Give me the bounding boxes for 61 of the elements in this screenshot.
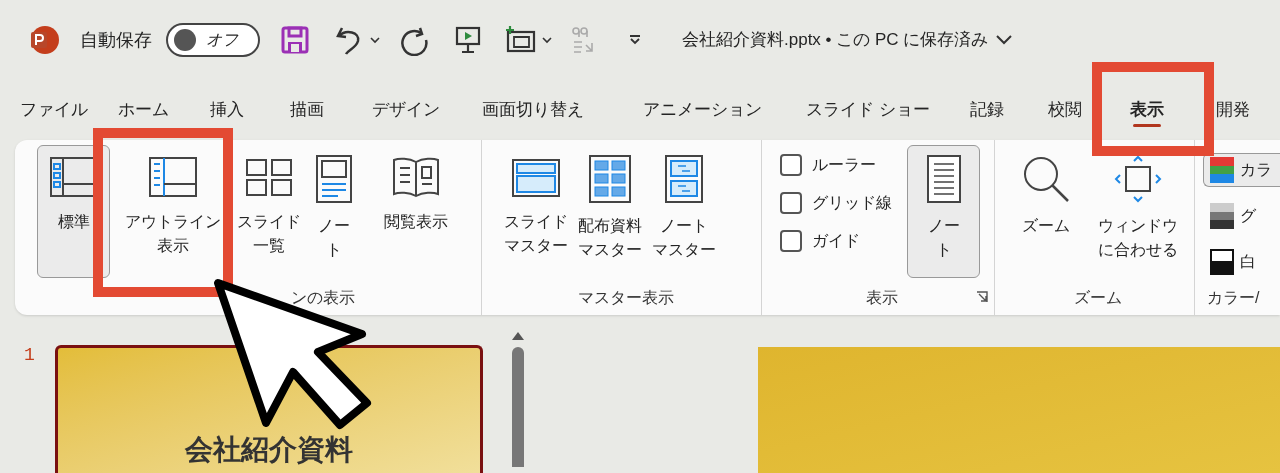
slide-title: 会社紹介資料: [184, 434, 353, 467]
ribbon-tab[interactable]: 表示: [1130, 93, 1164, 127]
view-button[interactable]: ノート マスター: [648, 145, 720, 278]
scroll-up-icon[interactable]: [511, 331, 525, 341]
ribbon-tab[interactable]: デザイン: [372, 93, 440, 127]
fit-to-window-icon: [1113, 154, 1163, 204]
notes-pane-icon: [925, 154, 962, 204]
color-mode-button[interactable]: カラ: [1203, 153, 1280, 187]
view-button[interactable]: ウィンドウ に合わせる: [1083, 145, 1193, 278]
view-button[interactable]: アウトライン 表示: [112, 145, 234, 278]
palette-swatch-icon: [1210, 157, 1234, 183]
view-button[interactable]: 閲覧表示: [366, 145, 466, 278]
group-label: 表示: [866, 288, 898, 308]
checkbox[interactable]: [780, 154, 802, 176]
magnifier-icon: [1021, 154, 1071, 204]
customize-menu-icon[interactable]: [628, 34, 642, 46]
app-logo-icon: [28, 24, 60, 56]
view-button[interactable]: ノー ト: [304, 145, 364, 278]
color-mode-button[interactable]: 白: [1203, 245, 1280, 279]
view-button[interactable]: スライド 一覧: [236, 145, 302, 278]
contrast-swatch-icon: [1210, 249, 1234, 275]
slide-number: 1: [24, 345, 35, 367]
notes-master-icon: [664, 154, 704, 204]
checkbox[interactable]: [780, 230, 802, 252]
document-title[interactable]: 会社紹介資料.pptx • この PC に保存済み: [682, 27, 989, 53]
group-label: ズーム: [1073, 288, 1122, 308]
view-button[interactable]: ズーム: [1011, 145, 1081, 278]
notes-page-icon: [314, 154, 354, 204]
caret-icon[interactable]: [370, 36, 380, 44]
tone-swatch-icon: [1210, 203, 1234, 229]
ribbon-tab[interactable]: 記録: [970, 93, 1004, 127]
save-icon[interactable]: [280, 25, 310, 55]
presentation-icon[interactable]: [454, 25, 482, 55]
ribbon-tab[interactable]: 画面切り替え: [482, 93, 584, 127]
view-button[interactable]: 配布資料 マスター: [574, 145, 646, 278]
checkbox-option[interactable]: グリッド線: [780, 191, 905, 215]
view-button[interactable]: ノー ト: [907, 145, 980, 278]
color-mode-button[interactable]: グ: [1203, 199, 1280, 233]
ribbon-tab[interactable]: ファイル: [20, 93, 88, 127]
ribbon-tab[interactable]: スライド ショー: [806, 93, 930, 127]
outline-view-icon: [148, 154, 198, 200]
ribbon-tab[interactable]: 開発: [1216, 93, 1250, 127]
group-label: カラー/: [1207, 288, 1260, 308]
autosave-label: 自動保存: [80, 28, 152, 52]
group-label: ンの表示: [291, 288, 355, 308]
dialog-launcher-icon[interactable]: [976, 291, 988, 303]
chevron-down-icon[interactable]: [996, 35, 1013, 45]
view-button[interactable]: スライド マスター: [500, 145, 572, 278]
ribbon-tab[interactable]: ホーム: [118, 93, 169, 127]
ribbon-tab[interactable]: 描画: [290, 93, 324, 127]
group-label: マスター表示: [577, 288, 674, 308]
layout-icon[interactable]: [504, 25, 538, 55]
checkbox-option[interactable]: ガイド: [780, 229, 905, 253]
ribbon-tab[interactable]: アニメーション: [643, 93, 762, 127]
autosave-toggle[interactable]: オフ: [166, 23, 260, 57]
handout-master-icon: [588, 154, 632, 204]
ribbon-tab[interactable]: 挿入: [210, 93, 244, 127]
caret-icon[interactable]: [542, 36, 552, 44]
checkbox-option[interactable]: ルーラー: [780, 153, 905, 177]
ribbon-tab[interactable]: 校閲: [1048, 93, 1082, 127]
checkbox[interactable]: [780, 192, 802, 214]
